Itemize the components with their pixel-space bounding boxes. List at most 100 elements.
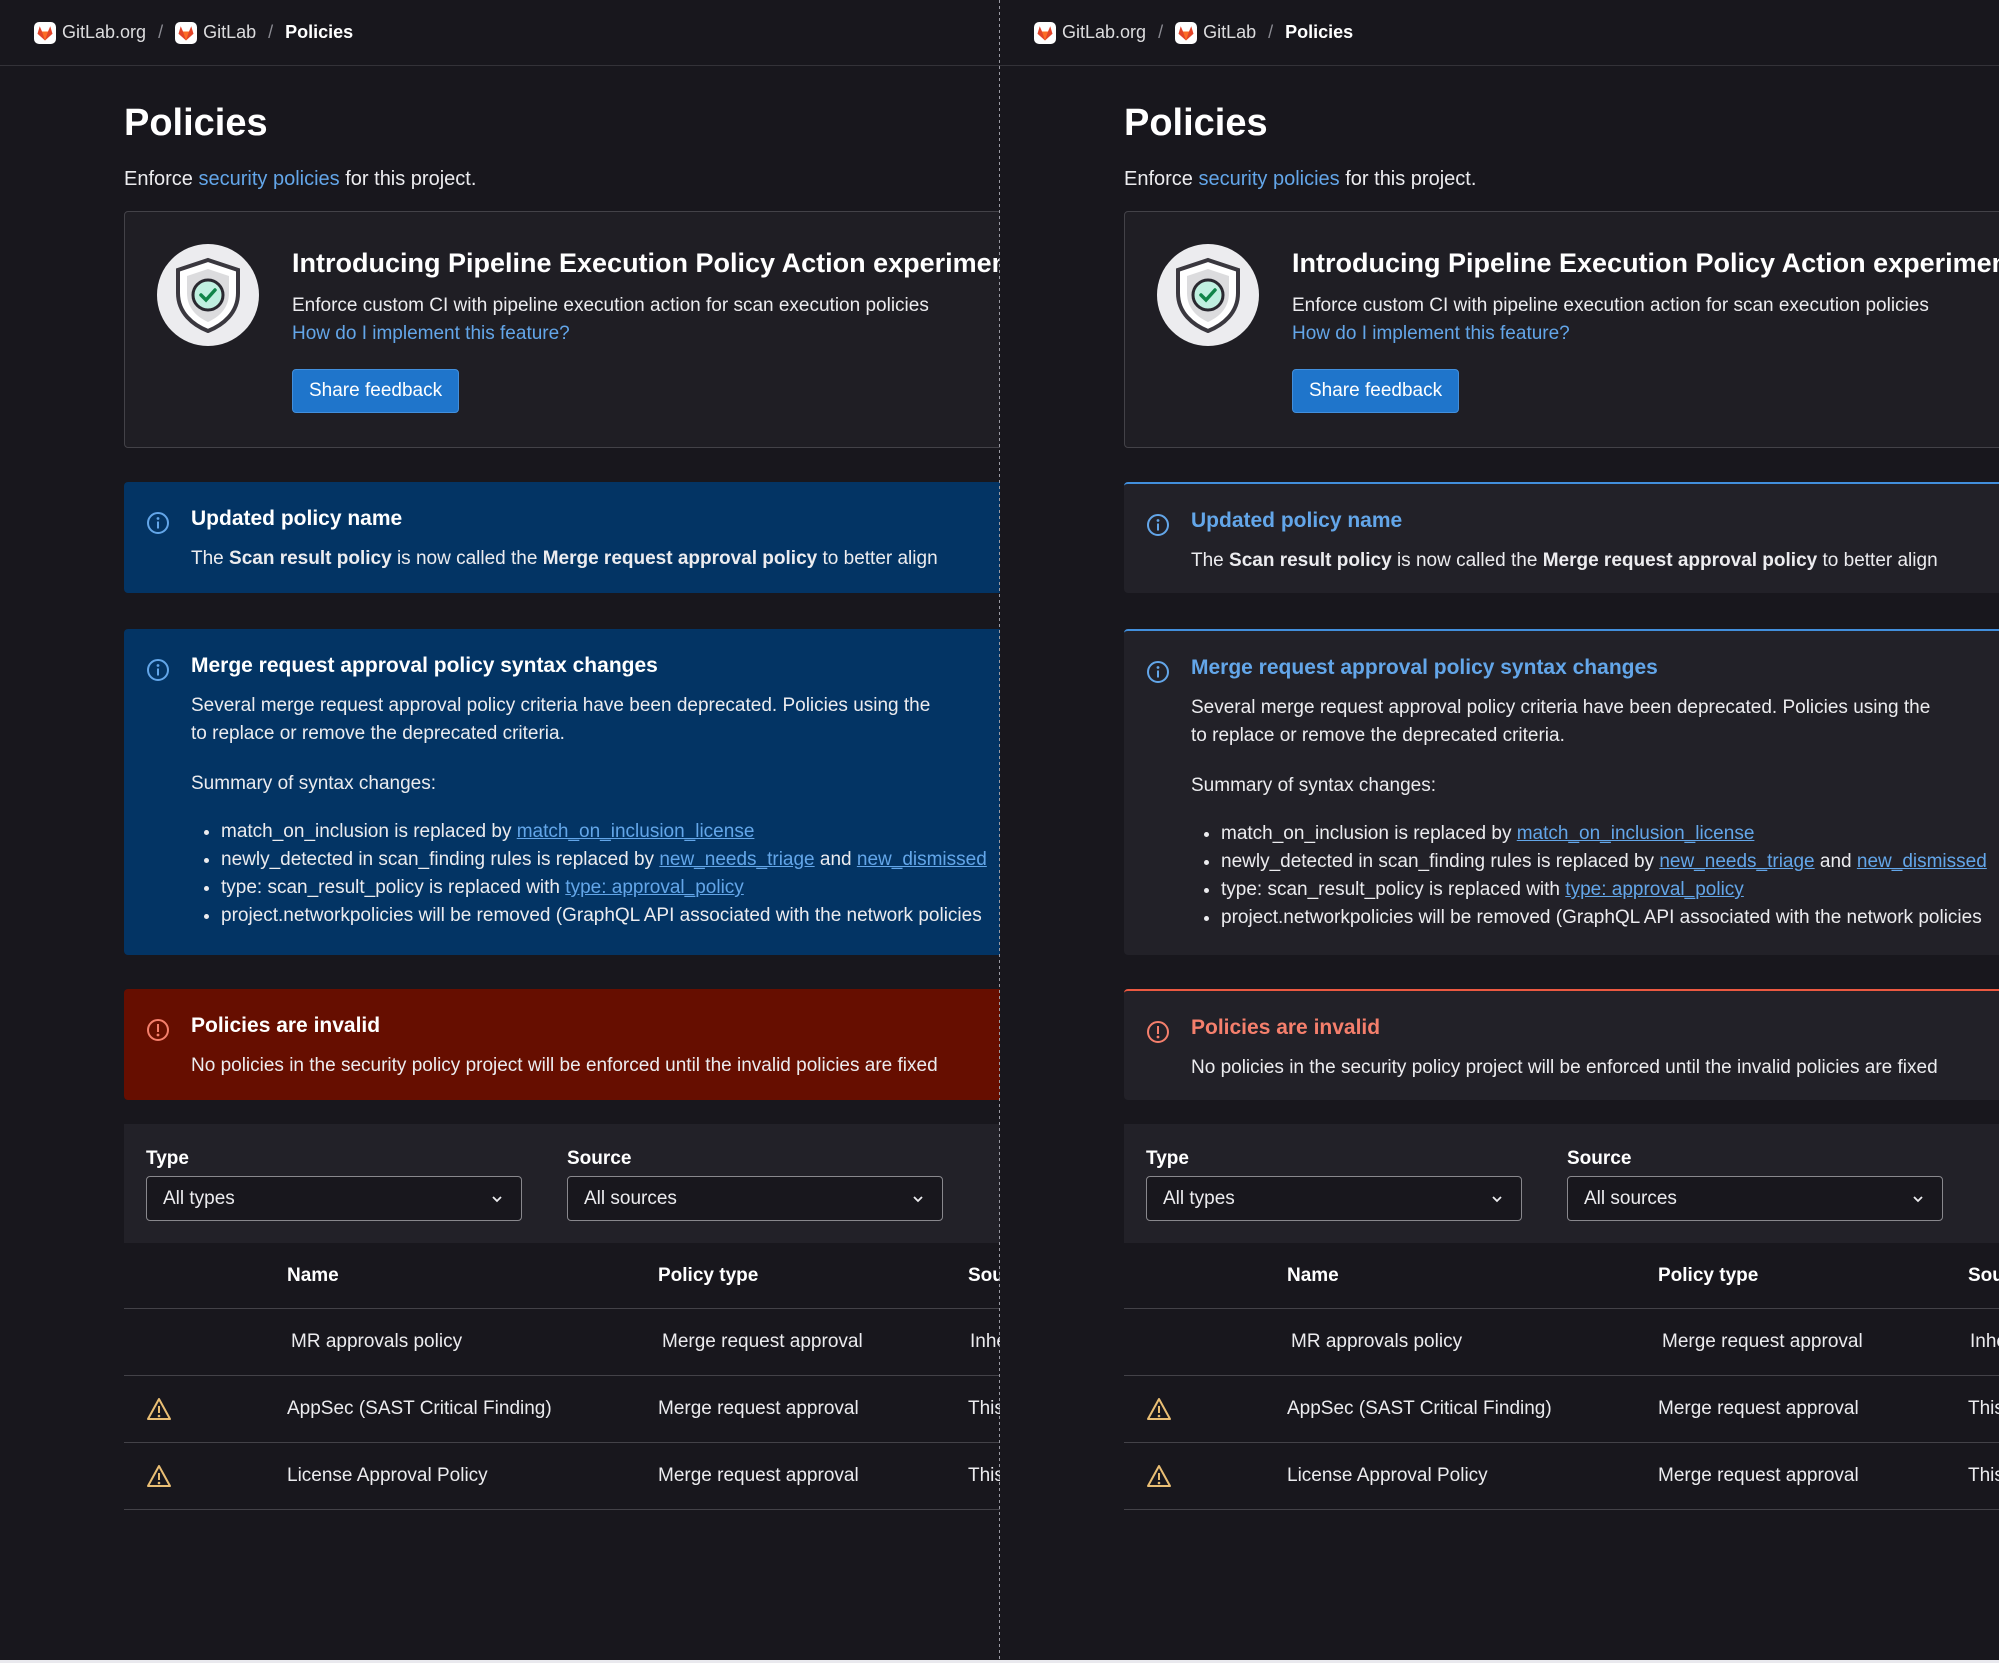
approval-policy-link[interactable]: type: approval_policy (565, 877, 744, 898)
share-feedback-button[interactable]: Share feedback (1292, 369, 1460, 413)
policy-type: Merge request approval (658, 1465, 859, 1486)
breadcrumb-separator: / (1158, 22, 1164, 42)
type-filter: Type All types (146, 1148, 522, 1221)
promo-text: Enforce custom CI with pipeline executio… (1292, 295, 1929, 316)
breadcrumb: GitLab.org / GitLab / Policies (0, 0, 1000, 66)
policy-name: AppSec (SAST Critical Finding) (287, 1398, 552, 1419)
warning-icon (1147, 1465, 1171, 1487)
approval-policy-link[interactable]: type: approval_policy (1565, 879, 1744, 900)
warning-icon (1147, 1398, 1171, 1420)
breadcrumb-item-gitlab[interactable]: GitLab (1175, 21, 1256, 44)
main-content: Policies Enforce security policies for t… (124, 66, 1000, 1510)
breadcrumb-label[interactable]: GitLab.org (1062, 22, 1146, 43)
breadcrumb-item-gitlab-org[interactable]: GitLab.org (1034, 21, 1146, 44)
promo-body: Introducing Pipeline Execution Policy Ac… (292, 248, 1000, 413)
policy-name: MR approvals policy (1291, 1331, 1463, 1352)
breadcrumb-label[interactable]: GitLab (1203, 22, 1256, 43)
breadcrumb-separator: / (268, 22, 274, 42)
breadcrumb-label[interactable]: GitLab.org (62, 22, 146, 43)
type-select[interactable]: All types (1146, 1176, 1522, 1221)
implementation-help-link[interactable]: How do I implement this feature? (292, 323, 1000, 345)
column-header-name[interactable]: Name (287, 1265, 339, 1287)
alert-title: Policies are invalid (1191, 1016, 1381, 1039)
page-subtitle: Enforce security policies for this proje… (1124, 168, 1999, 191)
table-row[interactable]: MR approvals policy Merge request approv… (1124, 1309, 1999, 1376)
policies-table: Name Policy type Source MR approvals pol… (1124, 1243, 1999, 1510)
new-dismissed-link[interactable]: new_dismissed (1857, 851, 1987, 872)
promo-title: Introducing Pipeline Execution Policy Ac… (1292, 248, 1999, 278)
breadcrumb-label[interactable]: GitLab (203, 22, 256, 43)
column-header-name[interactable]: Name (1287, 1265, 1339, 1287)
syntax-changes-alert: Merge request approval policy syntax cha… (1124, 629, 1999, 955)
type-select[interactable]: All types (146, 1176, 522, 1221)
main-content: Policies Enforce security policies for t… (1124, 66, 1999, 1510)
column-header-policy-type[interactable]: Policy type (1658, 1265, 1758, 1287)
share-feedback-button[interactable]: Share feedback (292, 369, 460, 413)
policy-source: This project (968, 1398, 1000, 1419)
policy-name: AppSec (SAST Critical Finding) (1287, 1398, 1552, 1419)
breadcrumb-item-gitlab[interactable]: GitLab (175, 21, 256, 44)
match-on-inclusion-license-link[interactable]: match_on_inclusion_license (517, 821, 755, 842)
invalid-policies-alert: Policies are invalid No policies in the … (1124, 989, 1999, 1100)
breadcrumb: GitLab.org / GitLab / Policies (1000, 0, 1999, 66)
list-item: type: scan_result_policy is replaced wit… (1221, 876, 1999, 904)
new-dismissed-link[interactable]: new_dismissed (857, 849, 987, 870)
policy-type: Merge request approval (658, 1398, 859, 1419)
text-part: to better align (1822, 550, 1938, 571)
type-select-value: All types (163, 1187, 235, 1209)
policy-type: Merge request approval (1658, 1398, 1859, 1419)
item-text: project.networkpolicies will be removed … (221, 905, 982, 926)
text-bold: Scan result policy (229, 548, 392, 569)
new-needs-triage-link[interactable]: new_needs_triage (659, 849, 814, 870)
security-policies-link[interactable]: security policies (199, 168, 340, 190)
breadcrumb-separator: / (158, 22, 164, 42)
item-text: type: scan_result_policy is replaced wit… (221, 877, 561, 898)
alert-title: Updated policy name (1191, 509, 1403, 532)
source-select-value: All sources (1584, 1187, 1677, 1209)
summary-label: Summary of syntax changes: (1191, 775, 1436, 796)
alert-title: Updated policy name (191, 507, 403, 530)
column-header-policy-type[interactable]: Policy type (658, 1265, 758, 1287)
text-part: is now called the (396, 548, 538, 569)
breadcrumb-item-gitlab-org[interactable]: GitLab.org (34, 21, 146, 44)
policy-source: This project (968, 1465, 1000, 1486)
type-filter: Type All types (1146, 1148, 1522, 1221)
subtitle-suffix: for this project. (345, 168, 477, 190)
policy-source: This project (1968, 1398, 1999, 1419)
page-title: Policies (124, 102, 268, 144)
item-text: type: scan_result_policy is replaced wit… (1221, 879, 1561, 900)
information-icon (147, 512, 169, 534)
text-part: to better align (822, 548, 938, 569)
column-header-source[interactable]: Source (968, 1265, 1000, 1287)
item-text: and (1819, 851, 1852, 872)
source-select[interactable]: All sources (1567, 1176, 1943, 1221)
list-item: project.networkpolicies will be removed … (1221, 904, 1999, 932)
alert-text: The Scan result policy is now called the… (1191, 547, 1999, 575)
alert-text: Several merge request approval policy cr… (1191, 694, 1999, 750)
syntax-changes-list: match_on_inclusion is replaced by match_… (191, 818, 1000, 930)
table-row[interactable]: AppSec (SAST Critical Finding) Merge req… (1124, 1376, 1999, 1443)
promo-title: Introducing Pipeline Execution Policy Ac… (292, 248, 1000, 278)
policy-name: License Approval Policy (287, 1465, 488, 1486)
table-row[interactable]: MR approvals policy Merge request approv… (124, 1309, 1000, 1376)
match-on-inclusion-license-link[interactable]: match_on_inclusion_license (1517, 823, 1755, 844)
policy-name: MR approvals policy (291, 1331, 463, 1352)
tanuki-logo-icon (175, 21, 198, 44)
table-row[interactable]: AppSec (SAST Critical Finding) Merge req… (124, 1376, 1000, 1443)
tanuki-logo-icon (34, 21, 56, 44)
implementation-help-link[interactable]: How do I implement this feature? (1292, 323, 1999, 345)
text-bold: Merge request approval policy (542, 548, 818, 569)
column-header-source[interactable]: Source (1968, 1265, 1999, 1287)
security-policies-link[interactable]: security policies (1199, 168, 1340, 190)
text-part: The (1191, 550, 1224, 571)
alert-text: The Scan result policy is now called the… (191, 545, 1000, 573)
item-text: match_on_inclusion is replaced by (221, 821, 512, 842)
promo-body: Introducing Pipeline Execution Policy Ac… (1292, 248, 1999, 413)
new-needs-triage-link[interactable]: new_needs_triage (1659, 851, 1814, 872)
source-select[interactable]: All sources (567, 1176, 943, 1221)
item-text: project.networkpolicies will be removed … (1221, 907, 1982, 928)
table-row[interactable]: License Approval Policy Merge request ap… (124, 1443, 1000, 1510)
text-bold: Scan result policy (1229, 550, 1392, 571)
table-row[interactable]: License Approval Policy Merge request ap… (1124, 1443, 1999, 1510)
information-icon (1147, 514, 1169, 536)
